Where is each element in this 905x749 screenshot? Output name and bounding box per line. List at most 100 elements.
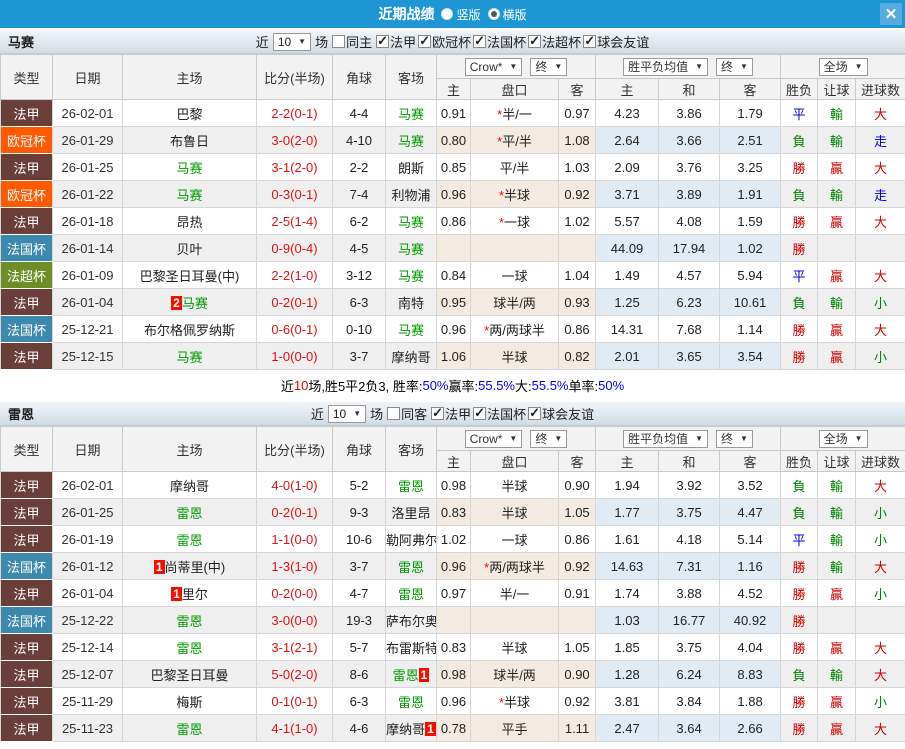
match-date: 25-12-15 <box>52 342 123 370</box>
avg-time-select[interactable]: 终 ▼ <box>716 429 753 448</box>
avg-home-odds: 2.01 <box>595 342 660 370</box>
league-filter[interactable]: 法甲 <box>376 32 416 51</box>
checkbox-checked-icon[interactable] <box>528 33 542 49</box>
odds-company-select[interactable]: Crow* ▼ <box>464 57 523 76</box>
checkbox-unchecked-icon[interactable] <box>387 407 401 420</box>
league-filter[interactable]: 法国杯 <box>473 32 526 51</box>
chevron-down-icon: ▼ <box>554 62 563 71</box>
card-count-badge: 2 <box>171 295 182 310</box>
same-side-filter[interactable]: 同主 <box>332 32 372 51</box>
layout-horizontal-option[interactable]: 横版 <box>487 6 527 23</box>
league-filter[interactable]: 球会友谊 <box>528 404 594 423</box>
col-result-wdl: 胜负 <box>780 450 819 472</box>
avg-home-odds: 1.61 <box>595 525 660 553</box>
corner-score: 0-10 <box>332 315 386 343</box>
handicap-line: *半球 <box>470 687 559 715</box>
checkbox-checked-icon[interactable] <box>583 33 597 49</box>
result-wdl: 平 <box>780 525 819 553</box>
close-button[interactable]: ✕ <box>880 3 902 25</box>
result-handicap: 輸 <box>817 525 857 553</box>
avg-time-value: 终 <box>721 60 734 74</box>
league-filter-label: 法甲 <box>445 407 472 422</box>
team-section-0: 马赛 近 10▼ 场 同主 法甲欧冠杯法国杯法超杯球会友谊 <box>0 28 905 400</box>
handicap-away-odds: 0.92 <box>557 552 597 580</box>
matches-table: 类型 日期 主场 比分(半场) 角球 客场 Crow* ▼ 终 ▼ 胜平负均值 … <box>0 426 905 742</box>
league-badge: 法甲 <box>0 525 53 553</box>
avg-select[interactable]: 胜平负均值 ▼ <box>623 429 709 448</box>
league-filter[interactable]: 球会友谊 <box>583 32 649 51</box>
same-side-label: 同主 <box>346 35 373 50</box>
avg-time-select[interactable]: 终 ▼ <box>716 57 753 76</box>
handicap-away-odds: 1.05 <box>557 498 597 526</box>
home-team: 布鲁日 <box>122 126 257 154</box>
radio-checked-icon[interactable] <box>487 8 500 20</box>
result-handicap: 輸 <box>817 552 857 580</box>
col-handicap-home: 主 <box>436 450 471 472</box>
same-side-filter[interactable]: 同客 <box>387 404 427 423</box>
away-team: 雷恩 <box>385 687 437 715</box>
checkbox-unchecked-icon[interactable] <box>332 35 346 48</box>
score: 1-1(0-0) <box>256 525 333 553</box>
handicap-away-odds: 0.82 <box>557 342 597 370</box>
corner-score: 6-3 <box>332 288 386 316</box>
handicap-time-select[interactable]: 终 ▼ <box>530 57 568 76</box>
chevron-down-icon: ▼ <box>740 62 748 71</box>
odds-company-select[interactable]: Crow* ▼ <box>464 429 523 448</box>
avg-draw-odds: 3.75 <box>658 633 721 661</box>
chevron-down-icon: ▼ <box>509 434 518 443</box>
fulltime-select[interactable]: 全场 ▼ <box>818 57 868 76</box>
handicap-time-select[interactable]: 终 ▼ <box>530 429 568 448</box>
col-type: 类型 <box>0 426 53 472</box>
checkbox-checked-icon[interactable] <box>473 33 487 49</box>
handicap-home-odds: 0.98 <box>436 660 471 688</box>
result-goals: 小 <box>855 498 905 526</box>
result-goals: 大 <box>855 714 905 742</box>
league-badge: 法甲 <box>0 633 53 661</box>
near-count-select[interactable]: 10 ▼ <box>272 32 312 51</box>
league-filter[interactable]: 法甲 <box>431 404 471 423</box>
match-row: 欧冠杯 26-01-29 布鲁日 3-0(2-0) 4-10 马赛 0.80 *… <box>0 126 905 154</box>
matches-table: 类型 日期 主场 比分(半场) 角球 客场 Crow* ▼ 终 ▼ 胜平负均值 … <box>0 54 905 370</box>
checkbox-checked-icon[interactable] <box>473 405 487 421</box>
avg-select[interactable]: 胜平负均值 ▼ <box>623 57 709 76</box>
checkbox-checked-icon[interactable] <box>376 33 390 49</box>
home-team: 布尔格佩罗纳斯 <box>122 315 257 343</box>
col-result-goals: 进球数 <box>855 450 905 472</box>
radio-unchecked-icon[interactable] <box>441 8 454 20</box>
corner-score: 5-2 <box>332 471 386 499</box>
handicap-home-odds: 0.96 <box>436 180 471 208</box>
avg-home-odds: 3.81 <box>595 687 660 715</box>
handicap-line: *半球 <box>470 180 559 208</box>
handicap-home-odds: 0.84 <box>436 261 471 289</box>
near-count-select[interactable]: 10 ▼ <box>327 404 367 423</box>
league-filter[interactable]: 法国杯 <box>473 404 526 423</box>
handicap-line: *两/两球半 <box>470 552 559 580</box>
avg-away-odds: 3.25 <box>719 153 782 181</box>
sections-container: 马赛 近 10▼ 场 同主 法甲欧冠杯法国杯法超杯球会友谊 <box>0 28 905 742</box>
home-team: 雷恩 <box>122 633 257 661</box>
handicap-line: *半/一 <box>470 99 559 127</box>
checkbox-checked-icon[interactable] <box>431 405 445 421</box>
handicap-home-odds: 0.96 <box>436 687 471 715</box>
result-wdl: 勝 <box>780 714 819 742</box>
corner-score: 19-3 <box>332 606 386 634</box>
checkbox-checked-icon[interactable] <box>418 33 432 49</box>
away-team: 洛里昂 <box>385 498 437 526</box>
layout-vertical-option[interactable]: 竖版 <box>441 6 481 23</box>
avg-away-odds: 1.14 <box>719 315 782 343</box>
col-corner: 角球 <box>332 426 386 472</box>
checkbox-checked-icon[interactable] <box>528 405 542 421</box>
col-date: 日期 <box>52 426 123 472</box>
result-goals <box>855 234 905 262</box>
home-team: 梅斯 <box>122 687 257 715</box>
league-filter[interactable]: 欧冠杯 <box>418 32 471 51</box>
league-badge: 法国杯 <box>0 606 53 634</box>
fulltime-select[interactable]: 全场 ▼ <box>818 429 868 448</box>
chevron-down-icon: ▼ <box>740 434 748 443</box>
corner-score: 2-2 <box>332 153 386 181</box>
col-home: 主场 <box>122 54 257 100</box>
handicap-line: 平/半 <box>470 153 559 181</box>
handicap-line: 半/一 <box>470 579 559 607</box>
league-filter[interactable]: 法超杯 <box>528 32 581 51</box>
col-avg-home: 主 <box>595 78 660 100</box>
